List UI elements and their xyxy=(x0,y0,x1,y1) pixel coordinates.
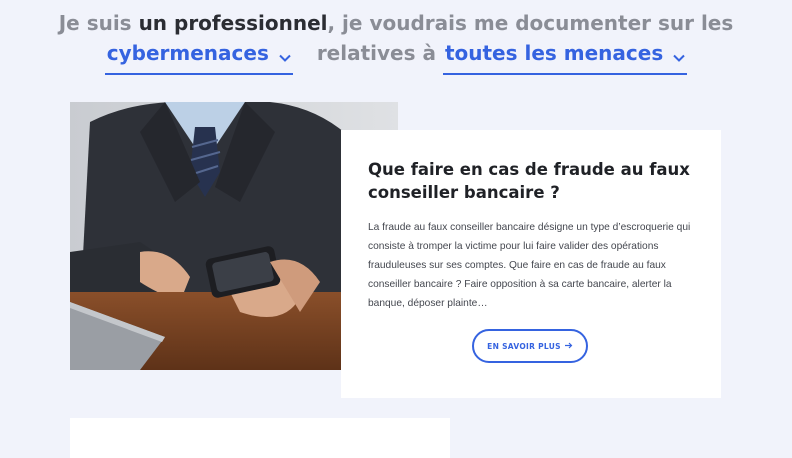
topic-select-value: cybermenaces xyxy=(106,41,269,65)
arrow-right-icon xyxy=(564,342,573,351)
headline-line-1: Je suis un professionnel, je voudrais me… xyxy=(0,8,792,38)
chevron-down-icon xyxy=(673,40,685,70)
article-card: Que faire en cas de fraude au faux conse… xyxy=(341,130,721,398)
article-title[interactable]: Que faire en cas de fraude au faux conse… xyxy=(368,158,708,204)
headline-suffix: , je voudrais me documenter sur les xyxy=(327,11,734,35)
profile-selected: un professionnel xyxy=(138,11,328,35)
article-excerpt: La fraude au faux conseiller bancaire dé… xyxy=(368,222,691,309)
scope-select-value: toutes les menaces xyxy=(444,41,664,65)
chevron-down-icon xyxy=(279,40,291,70)
read-more-button[interactable]: EN SAVOIR PLUS xyxy=(472,329,588,363)
scope-select[interactable]: toutes les menaces xyxy=(442,38,688,75)
topic-select[interactable]: cybermenaces xyxy=(104,38,293,75)
headline-middle: relatives à xyxy=(316,41,436,65)
read-more-label: EN SAVOIR PLUS xyxy=(487,341,561,351)
headline-line-2: cybermenaces relatives à toutes les mena… xyxy=(0,38,792,75)
next-article-card xyxy=(70,418,450,458)
headline-prefix: Je suis xyxy=(58,11,132,35)
filter-headline: Je suis un professionnel, je voudrais me… xyxy=(0,8,792,75)
